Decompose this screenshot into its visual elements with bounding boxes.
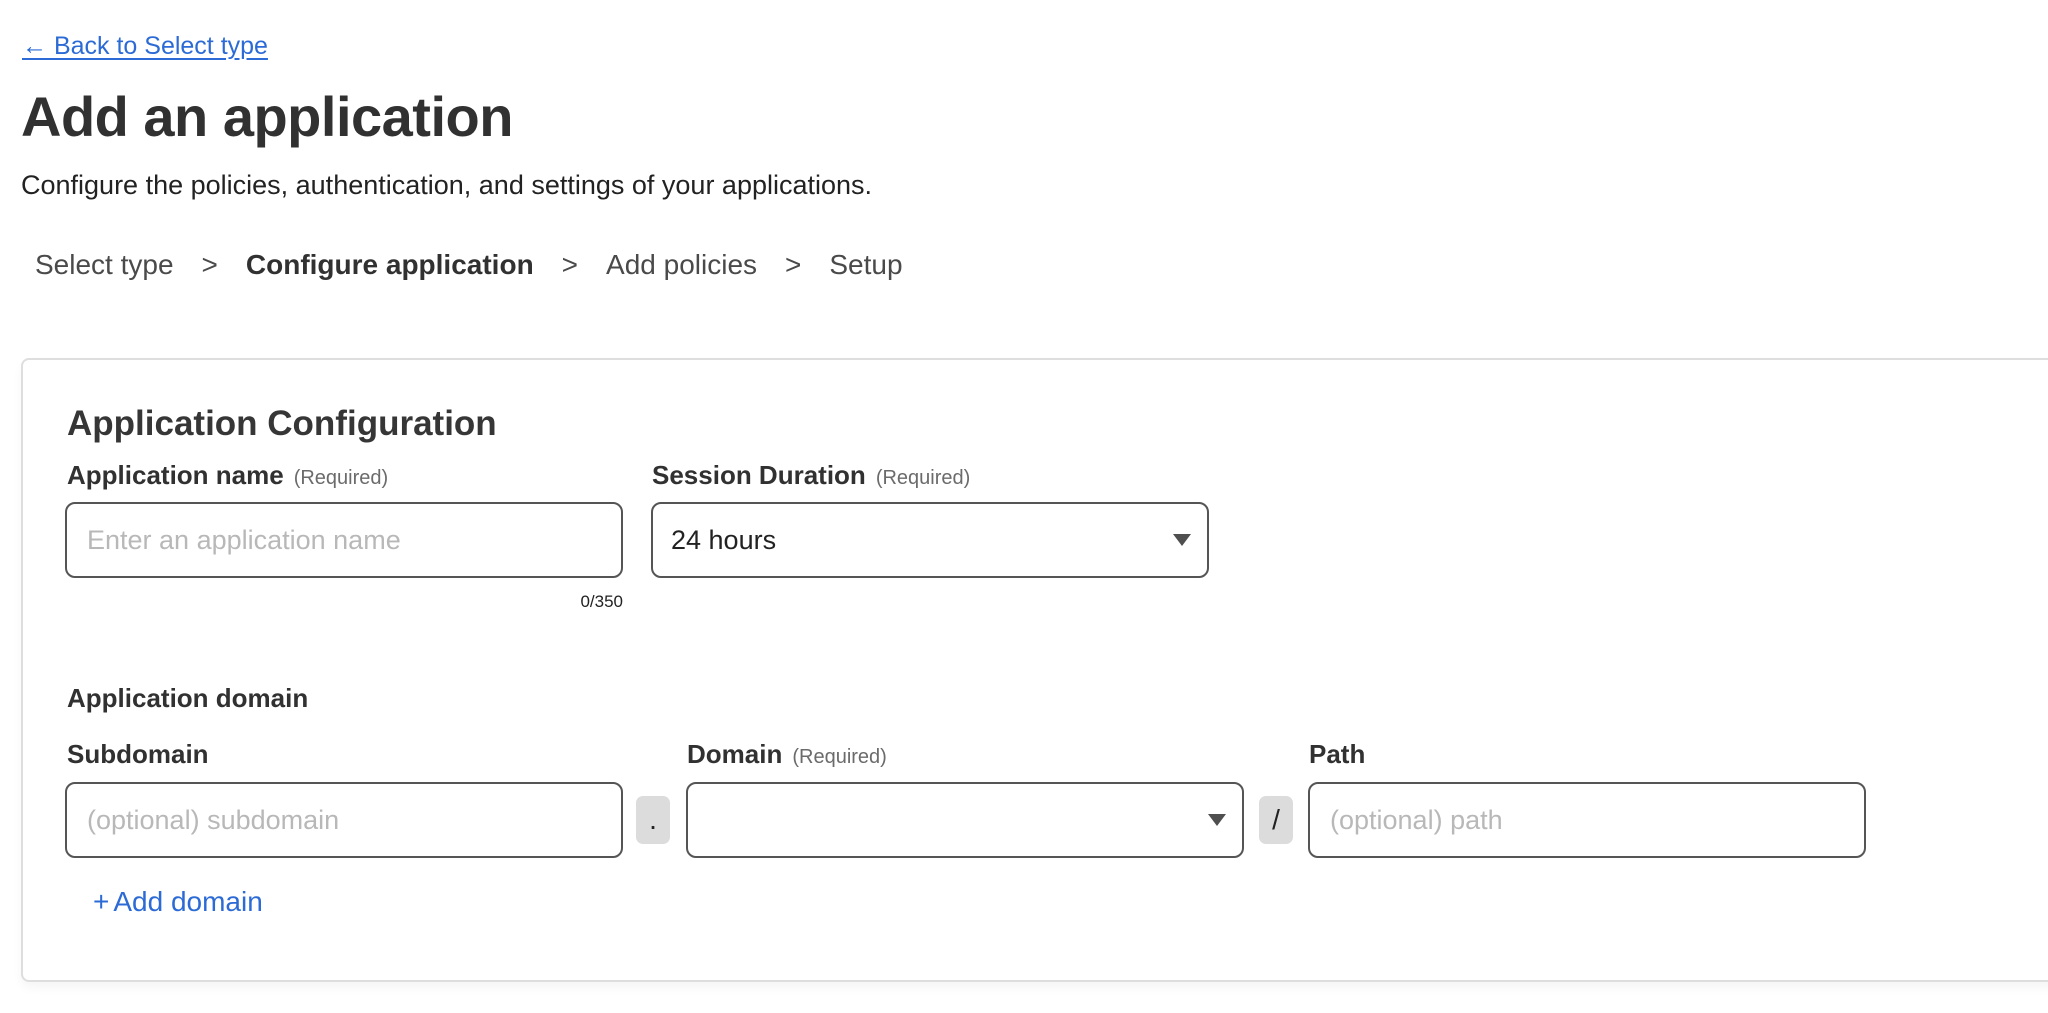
subdomain-label: Subdomain (67, 739, 209, 769)
application-domain-heading: Application domain (67, 683, 309, 713)
required-hint: (Required) (792, 746, 887, 768)
wizard-stepper: Select type > Configure application > Ad… (35, 249, 903, 281)
session-duration-label: Session Duration (Required) (652, 460, 970, 491)
chevron-down-icon (1208, 814, 1226, 826)
back-to-select-type-link[interactable]: ← Back to Select type (22, 32, 268, 61)
page-title: Add an application (21, 85, 513, 148)
subdomain-input[interactable] (65, 782, 623, 858)
step-setup[interactable]: Setup (829, 249, 902, 281)
domain-label: Domain (Required) (687, 739, 887, 770)
step-add-policies[interactable]: Add policies (606, 249, 757, 281)
step-separator-icon: > (561, 249, 579, 280)
step-separator-icon: > (201, 249, 218, 280)
required-hint: (Required) (293, 467, 389, 489)
character-counter: 0/350 (580, 592, 623, 611)
path-input[interactable] (1308, 782, 1866, 858)
slash-separator: / (1259, 796, 1293, 844)
step-select-type[interactable]: Select type (35, 249, 174, 281)
domain-select[interactable] (686, 782, 1244, 858)
plus-icon: + (93, 886, 110, 917)
add-domain-label: Add domain (113, 886, 263, 917)
chevron-down-icon (1173, 534, 1191, 546)
dot-separator: . (636, 796, 670, 844)
application-configuration-card: Application Configuration Application na… (21, 358, 2048, 982)
card-title: Application Configuration (67, 404, 497, 443)
session-duration-select[interactable]: 24 hours (651, 502, 1209, 578)
application-name-label: Application name (Required) (67, 460, 388, 491)
step-configure-application[interactable]: Configure application (246, 249, 534, 281)
step-separator-icon: > (785, 249, 802, 280)
add-domain-button[interactable]: + Add domain (93, 886, 263, 918)
domain-label-text: Domain (687, 739, 783, 769)
application-name-input[interactable] (65, 502, 623, 578)
session-duration-label-text: Session Duration (652, 460, 866, 490)
required-hint: (Required) (875, 467, 971, 489)
application-name-label-text: Application name (67, 460, 284, 490)
path-label: Path (1309, 739, 1366, 769)
page-subtitle: Configure the policies, authentication, … (21, 170, 873, 200)
session-duration-value: 24 hours (671, 524, 777, 555)
